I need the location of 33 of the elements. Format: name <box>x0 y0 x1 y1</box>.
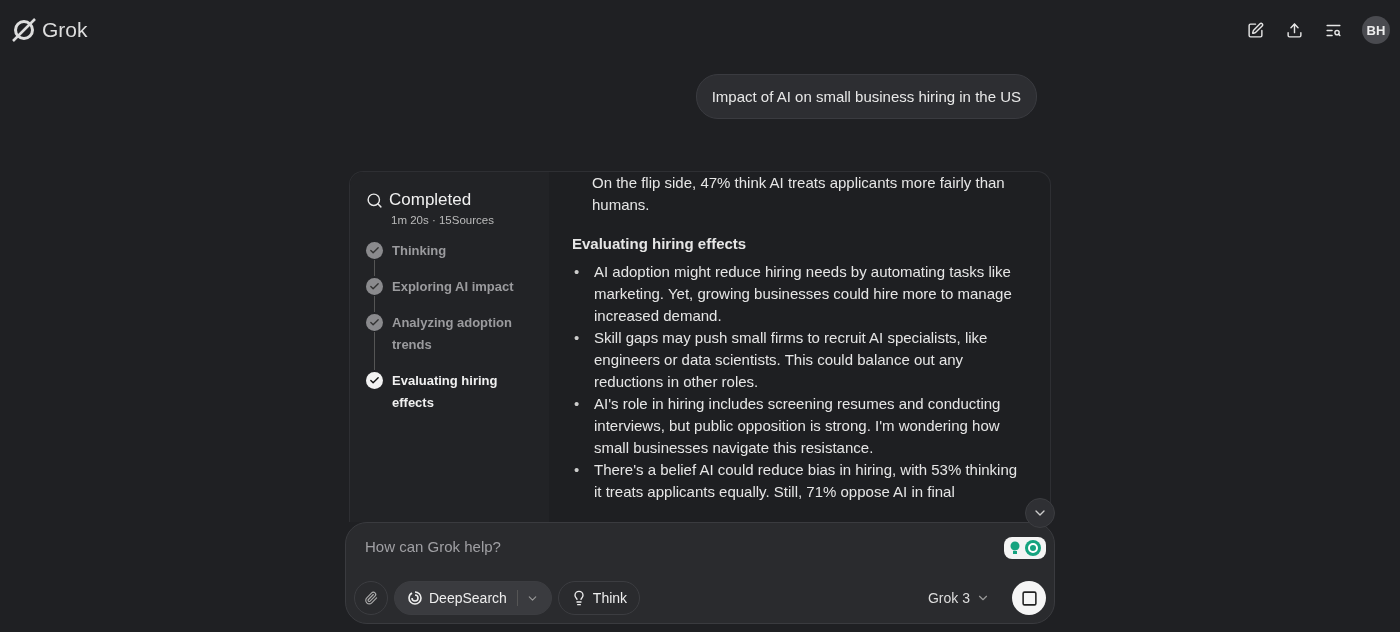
model-selector[interactable]: Grok 3 <box>922 589 996 607</box>
avatar[interactable]: BH <box>1362 16 1390 44</box>
grammar-assistant-icon[interactable] <box>1004 537 1046 559</box>
stop-button[interactable] <box>1012 581 1046 615</box>
user-message: Impact of AI on small business hiring in the US <box>695 74 1037 119</box>
bullet-item: Skill gaps may push small firms to recruit AI specialists, like engineers or data scientists. This could balance out any reductions in other roles. <box>594 328 989 392</box>
step-label: Evaluating hiring effects <box>392 372 499 412</box>
spiral-icon <box>407 590 423 606</box>
bullet-marker: • <box>573 262 581 282</box>
step-label: Thinking <box>392 242 448 260</box>
logo-text: Grok <box>42 18 88 42</box>
bullet-item: AI's role in hiring includes screening resumes and conducting interviews, but public opposition is strong. I'm wondering how small businesses navigate this resistance. <box>594 394 1002 458</box>
check-icon <box>366 314 383 331</box>
square-icon <box>1020 589 1038 607</box>
logo-icon <box>10 16 38 44</box>
step-label: Exploring AI impact <box>392 278 515 296</box>
bullet-marker: • <box>573 460 581 480</box>
check-icon <box>366 278 383 295</box>
paperclip-icon <box>364 591 378 605</box>
search-icon <box>366 191 383 209</box>
step-label: Analyzing adoption trends <box>392 314 513 354</box>
prompt-input[interactable]: How can Grok help? <box>363 537 867 556</box>
deepsearch-button[interactable]: DeepSearch <box>394 581 552 615</box>
bullet-item: AI adoption might reduce hiring needs by automating tasks like marketing. Yet, growing businesses could hire more to manage increased demand. <box>594 262 1013 326</box>
check-icon <box>366 372 383 389</box>
check-icon <box>366 242 383 259</box>
answer-paragraph: On the flip side, 47% think AI treats applicants more fairly than humans. <box>592 173 1006 215</box>
bullet-item: There's a belief AI could reduce bias in hiring, with 53% thinking it treats applicants equally. Still, 71% oppose AI in final <box>594 460 1019 502</box>
bullet-marker: • <box>573 328 581 348</box>
bullet-marker: • <box>573 394 581 414</box>
panel-meta: 1m 20s · 15Sources <box>391 214 495 226</box>
answer-heading: Evaluating hiring effects <box>572 234 748 254</box>
panel-title: Completed <box>389 190 472 210</box>
